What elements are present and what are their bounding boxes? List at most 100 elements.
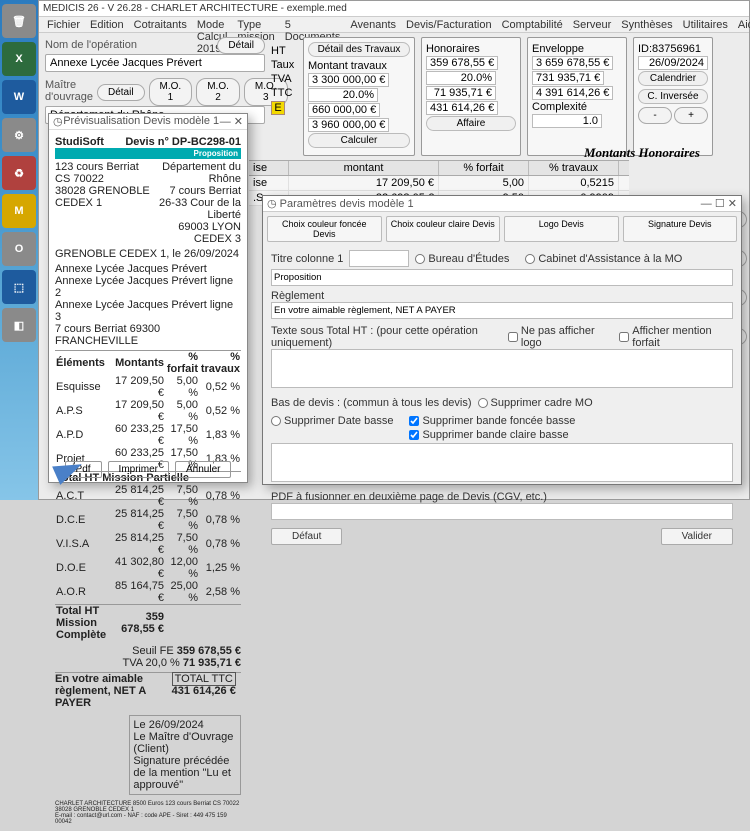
menu-syntheses[interactable]: Synthèses bbox=[621, 19, 672, 30]
annuler-button[interactable]: Annuler bbox=[175, 461, 231, 478]
col-ise: ise bbox=[249, 161, 289, 175]
op-name-field[interactable]: Annexe Lycée Jacques Prévert bbox=[45, 54, 265, 72]
menu-type-mission[interactable]: Type mission bbox=[237, 19, 274, 30]
tool-icon[interactable]: ⬚ bbox=[2, 270, 36, 304]
word-icon[interactable]: W bbox=[2, 80, 36, 114]
hon-d: 431 614,26 € bbox=[426, 101, 498, 115]
ht-label: HT bbox=[271, 45, 297, 57]
tab-logo[interactable]: Logo Devis bbox=[504, 216, 619, 242]
supp-bf-checkbox[interactable] bbox=[409, 416, 419, 426]
pdf-label: PDF à fusionner en deuxième page de Devi… bbox=[271, 491, 733, 503]
travaux-b[interactable]: 20.0% bbox=[308, 88, 378, 102]
preview-icon: ◷ bbox=[53, 115, 63, 128]
calculer-button[interactable]: Calculer bbox=[308, 133, 410, 148]
menu-edition[interactable]: Edition bbox=[90, 19, 124, 30]
menu-fichier[interactable]: Fichier bbox=[47, 19, 80, 30]
tab-signature[interactable]: Signature Devis bbox=[623, 216, 738, 242]
id-value: ID:83756961 bbox=[638, 43, 701, 55]
menu-bar: Fichier Edition Cotraitants Mode Calcul … bbox=[39, 17, 749, 33]
enveloppe-panel: Enveloppe 3 659 678,55 € 731 935,71 € 4 … bbox=[527, 37, 627, 156]
travaux-c: 660 000,00 € bbox=[308, 103, 380, 117]
cx-label: Complexité bbox=[532, 101, 587, 113]
texte-ht-textarea[interactable] bbox=[271, 349, 733, 388]
affaire-button[interactable]: Affaire bbox=[426, 116, 516, 131]
montants-honoraires-label: Montants Honoraires bbox=[584, 145, 700, 161]
col1-input[interactable] bbox=[349, 250, 409, 267]
no-logo-checkbox[interactable] bbox=[508, 332, 518, 342]
params-icon: ◷ bbox=[267, 198, 277, 210]
supp-bc-checkbox[interactable] bbox=[409, 430, 419, 440]
minimize-icon[interactable]: — bbox=[220, 116, 231, 128]
menu-cotraitants[interactable]: Cotraitants bbox=[134, 19, 187, 30]
supp-mo-radio[interactable] bbox=[478, 398, 488, 408]
mt-label: Montant travaux bbox=[308, 60, 387, 72]
right-panel: ID:83756961 26/09/2024 Calendrier C. Inv… bbox=[633, 37, 713, 156]
menu-serveur[interactable]: Serveur bbox=[573, 19, 612, 30]
brand-label: StudiSoft bbox=[55, 136, 104, 148]
hon-c: 71 935,71 € bbox=[426, 86, 496, 100]
col1-label: Titre colonne 1 bbox=[271, 253, 343, 265]
mo-detail-button[interactable]: Détail bbox=[97, 84, 145, 101]
imprimer-button[interactable]: Imprimer bbox=[108, 461, 169, 478]
mo1-button[interactable]: M.O. 1 bbox=[149, 78, 193, 106]
menu-aide[interactable]: Aide bbox=[738, 19, 750, 30]
cx-value[interactable]: 1.0 bbox=[532, 114, 602, 128]
medicis-icon[interactable]: M bbox=[2, 194, 36, 228]
hon-a: 359 678,55 € bbox=[426, 56, 498, 70]
devis-number: Devis n° DP-BC298-01 bbox=[125, 136, 241, 148]
minimize-icon[interactable]: — bbox=[701, 198, 712, 210]
tab-couleur-foncee[interactable]: Choix couleur foncée Devis bbox=[267, 216, 382, 242]
tva-label: TVA bbox=[271, 73, 297, 85]
proposition-input[interactable] bbox=[271, 269, 733, 286]
env-title: Enveloppe bbox=[532, 43, 584, 55]
detail-button[interactable]: Détail bbox=[217, 37, 265, 54]
forfait-checkbox[interactable] bbox=[619, 332, 629, 342]
reglement-label: Règlement bbox=[271, 290, 733, 302]
col-travaux: % travaux bbox=[529, 161, 619, 175]
menu-compta[interactable]: Comptabilité bbox=[502, 19, 563, 30]
close-icon[interactable]: ✕ bbox=[234, 116, 243, 128]
cinv-button[interactable]: C. Inversée bbox=[638, 89, 708, 104]
plus-button[interactable]: + bbox=[674, 107, 708, 124]
proposition-band: Proposition bbox=[55, 148, 241, 159]
menu-avenants[interactable]: Avenants bbox=[350, 19, 396, 30]
tab-couleur-claire[interactable]: Choix couleur claire Devis bbox=[386, 216, 501, 242]
maximize-icon[interactable]: ☐ bbox=[715, 198, 725, 210]
mo2-button[interactable]: M.O. 2 bbox=[196, 78, 240, 106]
menu-mode-calcul[interactable]: Mode Calcul 2019 bbox=[197, 19, 228, 30]
app-icon[interactable]: ⚙ bbox=[2, 118, 36, 152]
close-icon[interactable]: ✕ bbox=[728, 198, 737, 210]
minus-button[interactable]: - bbox=[638, 107, 672, 124]
bas-devis-label: Bas de devis : (commun à tous les devis) bbox=[271, 397, 472, 409]
options-icon[interactable]: O bbox=[2, 232, 36, 266]
menu-utilitaires[interactable]: Utilitaires bbox=[683, 19, 728, 30]
valider-button[interactable]: Valider bbox=[661, 528, 733, 545]
env-a: 3 659 678,55 € bbox=[532, 56, 613, 70]
menu-documents[interactable]: 5 Documents bbox=[285, 19, 341, 30]
table-row[interactable]: ise 17 209,50 € 5,00 0,5215 bbox=[249, 176, 629, 191]
trash-icon[interactable]: 🗑 bbox=[2, 4, 36, 38]
date-value[interactable]: 26/09/2024 bbox=[638, 56, 708, 70]
ttc-label: TTC bbox=[271, 87, 297, 99]
cabinet-radio[interactable] bbox=[525, 254, 535, 264]
preview-title: Prévisualisation Devis modèle 1 bbox=[63, 115, 219, 128]
menu-devis[interactable]: Devis/Facturation bbox=[406, 19, 492, 30]
mo-label: Maître d'ouvrage bbox=[45, 79, 93, 103]
excel-icon[interactable]: X bbox=[2, 42, 36, 76]
bas-devis-textarea[interactable] bbox=[271, 443, 733, 482]
hon-b: 20.0% bbox=[426, 71, 496, 85]
recycle-icon[interactable]: ♻ bbox=[2, 156, 36, 190]
travaux-a[interactable]: 3 300 000,00 € bbox=[308, 73, 389, 87]
preview-dialog: ◷Prévisualisation Devis modèle 1— ✕ Stud… bbox=[48, 113, 248, 483]
pdf-input[interactable] bbox=[271, 503, 733, 520]
calendrier-button[interactable]: Calendrier bbox=[638, 71, 708, 86]
table-header: ise montant % forfait % travaux bbox=[249, 160, 629, 176]
bureau-etudes-radio[interactable] bbox=[415, 254, 425, 264]
travaux-title: Détail des Travaux bbox=[308, 42, 410, 57]
misc-icon[interactable]: ◧ bbox=[2, 308, 36, 342]
defaut-button[interactable]: Défaut bbox=[271, 528, 342, 545]
reglement-input[interactable] bbox=[271, 302, 733, 319]
texte-ht-label: Texte sous Total HT : (pour cette opérat… bbox=[271, 325, 500, 349]
supp-date-radio[interactable] bbox=[271, 416, 281, 426]
hon-title: Honoraires bbox=[426, 43, 480, 55]
